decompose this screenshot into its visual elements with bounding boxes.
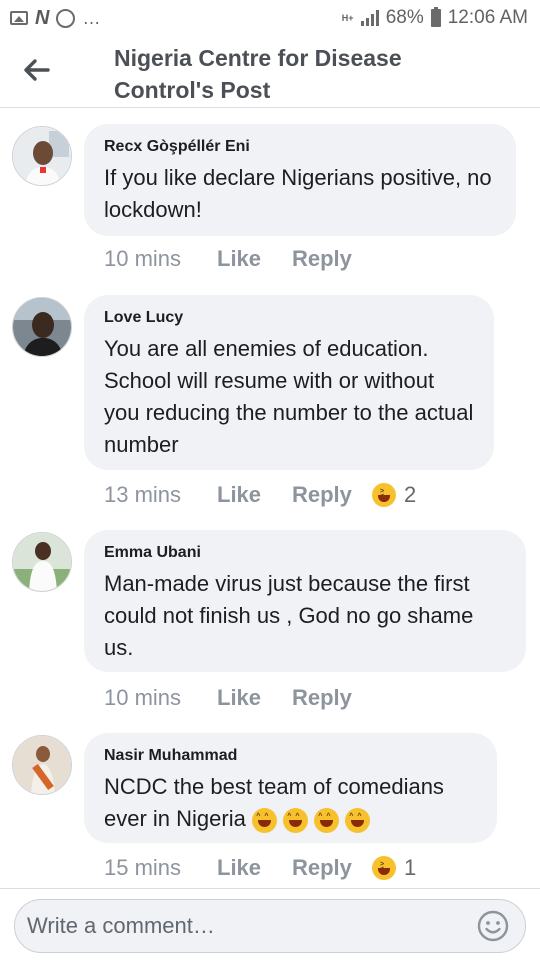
comment-timestamp[interactable]: 13 mins [104, 482, 217, 508]
laughing-emoji-icon: >< [372, 856, 396, 880]
comment-text: If you like declare Nigerians positive, … [104, 165, 492, 222]
comment-author[interactable]: Nasir Muhammad [104, 745, 477, 767]
grinning-emoji-icon: ^^ [251, 807, 277, 833]
reply-button[interactable]: Reply [292, 685, 372, 711]
comment-text: Man-made virus just because the first co… [104, 571, 474, 660]
comment-timestamp[interactable]: 10 mins [104, 246, 217, 272]
signal-icon [360, 10, 379, 26]
reaction-count: 2 [404, 482, 417, 507]
reaction-summary[interactable]: >< 2 [372, 482, 416, 508]
comment-author[interactable]: Love Lucy [104, 307, 474, 329]
reply-button[interactable]: Reply [292, 482, 372, 508]
comment-actions: 13 mins Like Reply >< 2 [104, 482, 416, 508]
status-bar-notifications: N … [10, 7, 101, 30]
comment-text: You are all enemies of education. School… [104, 336, 474, 457]
reaction-count: 1 [404, 855, 417, 880]
comment-timestamp[interactable]: 15 mins [104, 855, 217, 881]
laughing-emoji-icon: >< [372, 483, 396, 507]
status-bar-system: H+ 68% 12:06 AM [342, 7, 528, 29]
comment-bubble: Nasir Muhammad NCDC the best team of com… [84, 733, 497, 843]
comment-author[interactable]: Emma Ubani [104, 542, 506, 564]
page-title: Nigeria Centre for Disease Control's Pos… [114, 42, 514, 106]
n-notification-icon: N [35, 6, 50, 29]
back-button[interactable] [22, 58, 50, 82]
like-button[interactable]: Like [217, 482, 292, 508]
grinning-emoji-icon: ^^ [282, 807, 308, 833]
page-title-line-2: Control's Post [114, 77, 271, 103]
comment-author[interactable]: Recx Gòşpéllér Eni [104, 136, 496, 158]
comment-input[interactable] [27, 900, 467, 952]
whatsapp-notification-icon [56, 8, 76, 28]
page-title-line-1: Nigeria Centre for Disease [114, 45, 402, 71]
network-type-label: H+ [341, 12, 354, 23]
reaction-summary[interactable]: >< 1 [372, 855, 416, 881]
status-bar: N … H+ 68% 12:06 AM [0, 0, 540, 36]
avatar[interactable] [12, 735, 72, 795]
post-header: Nigeria Centre for Disease Control's Pos… [0, 36, 540, 108]
smiley-icon[interactable] [477, 910, 509, 942]
comment-actions: 10 mins Like Reply [104, 685, 372, 711]
battery-icon [430, 7, 441, 27]
grinning-emoji-icon: ^^ [313, 807, 339, 833]
comment-bubble: Recx Gòşpéllér Eni If you like declare N… [84, 124, 516, 236]
comment-timestamp[interactable]: 10 mins [104, 685, 217, 711]
comment-text: NCDC the best team of comedians ever in … [104, 771, 477, 835]
comment-actions: 15 mins Like Reply >< 1 [104, 855, 416, 881]
avatar[interactable] [12, 297, 72, 357]
avatar[interactable] [12, 126, 72, 186]
comment-bubble: Emma Ubani Man-made virus just because t… [84, 530, 526, 672]
like-button[interactable]: Like [217, 685, 292, 711]
comment-composer-bar [0, 888, 540, 960]
reply-button[interactable]: Reply [292, 246, 372, 272]
back-arrow-icon [24, 59, 50, 81]
grinning-emoji-icon: ^^ [344, 807, 370, 833]
comment-bubble: Love Lucy You are all enemies of educati… [84, 295, 494, 470]
like-button[interactable]: Like [217, 246, 292, 272]
comment-composer[interactable] [14, 899, 526, 953]
reply-button[interactable]: Reply [292, 855, 372, 881]
avatar[interactable] [12, 532, 72, 592]
comment-actions: 10 mins Like Reply [104, 246, 372, 272]
more-notifications-icon: … [82, 7, 102, 28]
like-button[interactable]: Like [217, 855, 292, 881]
clock: 12:06 AM [447, 7, 528, 28]
battery-percent: 68% [385, 7, 424, 28]
gallery-notification-icon [10, 11, 28, 25]
